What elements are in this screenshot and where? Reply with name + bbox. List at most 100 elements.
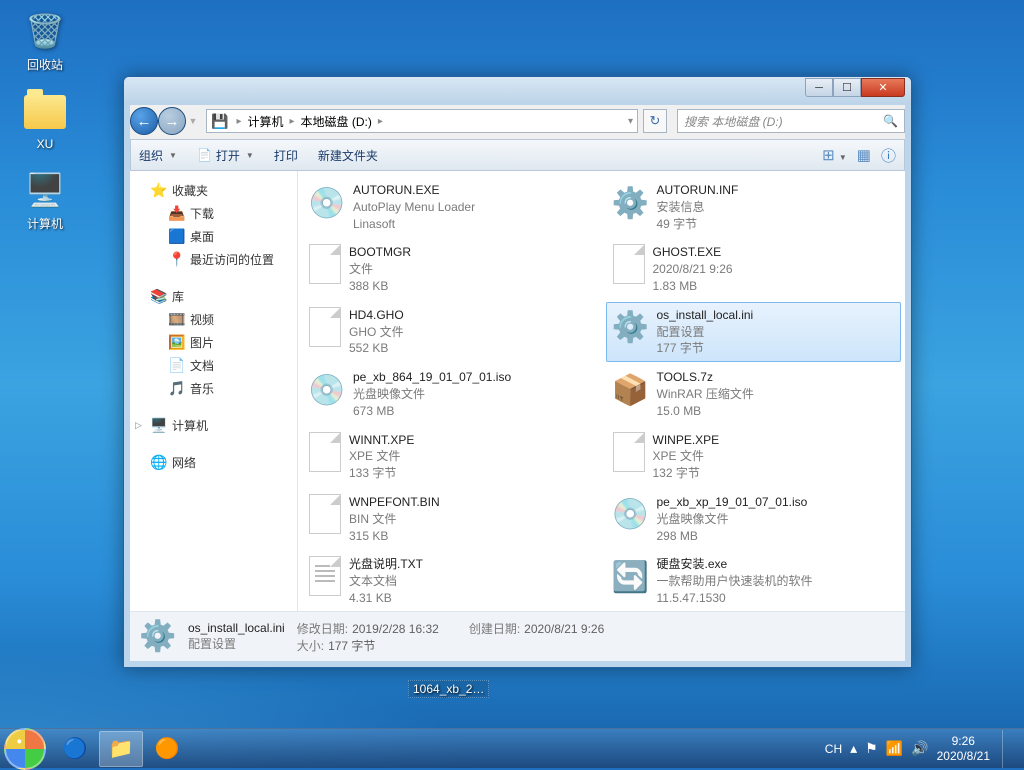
sidebar-network[interactable]: 🌐网络 bbox=[130, 451, 297, 474]
recent-icon: 📍 bbox=[168, 251, 184, 268]
help-button[interactable]: ⓘ bbox=[881, 145, 896, 166]
sidebar-item-music[interactable]: 🎵音乐 bbox=[130, 377, 297, 400]
toolbar: 组织▼ 📄打开▼ 打印 新建文件夹 ⊞ ▼ ▦ ⓘ bbox=[130, 139, 905, 171]
breadcrumb-drive[interactable]: 本地磁盘 (D:) bbox=[297, 113, 376, 130]
sidebar-item-videos[interactable]: 🎞️视频 bbox=[130, 308, 297, 331]
breadcrumb[interactable]: 💾 ▸ 计算机 ▸ 本地磁盘 (D:) ▸ ▾ bbox=[206, 109, 638, 133]
desktop-file-label[interactable]: 1064_xb_2… bbox=[408, 680, 489, 698]
folder-icon bbox=[24, 91, 66, 133]
chevron-icon: ▸ bbox=[234, 116, 243, 127]
cd-icon: 💿 bbox=[613, 494, 649, 536]
titlebar[interactable]: ─ ☐ ✕ bbox=[124, 77, 911, 105]
preview-pane-button[interactable]: ▦ bbox=[857, 146, 871, 164]
recycle-bin[interactable]: 🗑️ 回收站 bbox=[10, 10, 80, 73]
file-pe-x64-iso[interactable]: 💿pe_xb_864_19_01_07_01.iso光盘映像文件673 MB bbox=[302, 364, 598, 424]
chevron-down-icon[interactable]: ▾ bbox=[628, 116, 633, 127]
open-button[interactable]: 📄打开▼ bbox=[197, 147, 254, 164]
history-dropdown[interactable]: ▼ bbox=[186, 116, 200, 126]
taskbar-media[interactable]: 🟠 bbox=[145, 731, 189, 767]
show-desktop-button[interactable] bbox=[1002, 730, 1014, 768]
sidebar-item-desktop[interactable]: 🟦桌面 bbox=[130, 225, 297, 248]
desktop-icon: 🟦 bbox=[168, 228, 184, 245]
breadcrumb-computer[interactable]: 计算机 bbox=[243, 113, 287, 130]
file-winpe-xpe[interactable]: WINPE.XPEXPE 文件132 字节 bbox=[606, 427, 902, 487]
chevron-icon: ▸ bbox=[287, 116, 296, 127]
taskbar: 🔵 📁 🟠 CH ▴ ⚑ 📶 🔊 9:26 2020/8/21 bbox=[0, 728, 1024, 768]
file-icon: ⚙️ bbox=[140, 617, 176, 657]
file-autorun-inf[interactable]: ⚙️AUTORUN.INF安装信息49 字节 bbox=[606, 177, 902, 237]
computer-icon: 🖥️ bbox=[150, 417, 166, 434]
view-button[interactable]: ⊞ ▼ bbox=[822, 146, 847, 164]
sidebar: ⭐收藏夹 📥下载🟦桌面📍最近访问的位置 📚库 🎞️视频🖼️图片📄文档🎵音乐 ▷🖥… bbox=[130, 171, 298, 611]
sidebar-item-documents[interactable]: 📄文档 bbox=[130, 354, 297, 377]
details-filename: os_install_local.ini bbox=[188, 621, 285, 635]
taskbar-ie[interactable]: 🔵 bbox=[53, 731, 97, 767]
chevron-icon: ▸ bbox=[376, 116, 385, 127]
file-readme-txt[interactable]: 光盘说明.TXT文本文档4.31 KB bbox=[302, 551, 598, 611]
file-icon bbox=[613, 432, 645, 472]
tray-expand-icon[interactable]: ▴ bbox=[850, 740, 857, 757]
close-button[interactable]: ✕ bbox=[861, 78, 905, 97]
sidebar-item-recent[interactable]: 📍最近访问的位置 bbox=[130, 248, 297, 271]
file-icon bbox=[309, 432, 341, 472]
pictures-icon: 🖼️ bbox=[168, 334, 184, 351]
file-pe-xp-iso[interactable]: 💿pe_xb_xp_19_01_07_01.iso光盘映像文件298 MB bbox=[606, 489, 902, 549]
file-icon bbox=[613, 244, 645, 284]
cd-icon: 💿 bbox=[309, 369, 345, 411]
folder-xu[interactable]: XU bbox=[10, 91, 80, 151]
documents-icon: 📄 bbox=[168, 357, 184, 374]
downloads-icon: 📥 bbox=[168, 205, 184, 222]
tray-language[interactable]: CH bbox=[825, 742, 842, 756]
file-icon bbox=[309, 494, 341, 534]
gear-icon: ⚙️ bbox=[613, 307, 649, 349]
sidebar-computer[interactable]: ▷🖥️计算机 bbox=[130, 414, 297, 437]
new-folder-button[interactable]: 新建文件夹 bbox=[318, 147, 378, 164]
file-bootmgr[interactable]: BOOTMGR文件388 KB bbox=[302, 239, 598, 299]
desktop-icons: 🗑️ 回收站 XU 🖥️ 计算机 bbox=[10, 10, 80, 232]
file-ghost-exe[interactable]: GHOST.EXE2020/8/21 9:261.83 MB bbox=[606, 239, 902, 299]
organize-button[interactable]: 组织▼ bbox=[139, 147, 177, 164]
app-icon: 🔄 bbox=[613, 556, 649, 598]
explorer-window: ─ ☐ ✕ ← → ▼ 💾 ▸ 计算机 ▸ 本地磁盘 (D:) ▸ ▾ ↻ 搜索… bbox=[123, 76, 912, 668]
refresh-button[interactable]: ↻ bbox=[643, 109, 667, 133]
tray-volume-icon[interactable]: 🔊 bbox=[911, 740, 928, 757]
computer[interactable]: 🖥️ 计算机 bbox=[10, 169, 80, 232]
file-os-install-ini[interactable]: ⚙️os_install_local.ini配置设置177 字节 bbox=[606, 302, 902, 362]
details-filetype: 配置设置 bbox=[188, 635, 285, 652]
system-tray: CH ▴ ⚑ 📶 🔊 9:26 2020/8/21 bbox=[825, 730, 1020, 768]
forward-button[interactable]: → bbox=[158, 107, 186, 135]
search-icon: 🔍 bbox=[883, 114, 898, 128]
text-icon bbox=[309, 556, 341, 596]
tray-network-icon[interactable]: 📶 bbox=[886, 740, 903, 757]
details-created: 2020/8/21 9:26 bbox=[524, 622, 604, 636]
file-tools-7z[interactable]: 📦TOOLS.7zWinRAR 压缩文件15.0 MB bbox=[606, 364, 902, 424]
file-install-exe[interactable]: 🔄硬盘安装.exe一款帮助用户快速装机的软件11.5.47.1530 bbox=[606, 551, 902, 611]
cd-icon: 💿 bbox=[309, 182, 345, 224]
tray-flag-icon[interactable]: ⚑ bbox=[865, 740, 878, 757]
minimize-button[interactable]: ─ bbox=[805, 78, 833, 97]
file-wnpefont[interactable]: WNPEFONT.BINBIN 文件315 KB bbox=[302, 489, 598, 549]
nav-bar: ← → ▼ 💾 ▸ 计算机 ▸ 本地磁盘 (D:) ▸ ▾ ↻ 搜索 本地磁盘 … bbox=[130, 105, 905, 137]
drive-icon: 💾 bbox=[211, 113, 228, 130]
details-pane: ⚙️ os_install_local.ini 配置设置 修改日期:2019/2… bbox=[130, 611, 905, 661]
file-autorun-exe[interactable]: 💿AUTORUN.EXEAutoPlay Menu LoaderLinasoft bbox=[302, 177, 598, 237]
archive-icon: 📦 bbox=[613, 369, 649, 411]
open-icon: 📄 bbox=[197, 148, 212, 162]
computer-icon: 🖥️ bbox=[24, 169, 66, 211]
print-button[interactable]: 打印 bbox=[274, 147, 298, 164]
sidebar-libraries[interactable]: 📚库 bbox=[130, 285, 297, 308]
start-button[interactable] bbox=[4, 728, 46, 770]
sidebar-item-pictures[interactable]: 🖼️图片 bbox=[130, 331, 297, 354]
search-input[interactable]: 搜索 本地磁盘 (D:) 🔍 bbox=[677, 109, 905, 133]
file-hd4-gho[interactable]: HD4.GHOGHO 文件552 KB bbox=[302, 302, 598, 362]
maximize-button[interactable]: ☐ bbox=[833, 78, 861, 97]
music-icon: 🎵 bbox=[168, 380, 184, 397]
network-icon: 🌐 bbox=[150, 454, 166, 471]
sidebar-item-downloads[interactable]: 📥下载 bbox=[130, 202, 297, 225]
sidebar-favorites[interactable]: ⭐收藏夹 bbox=[130, 179, 297, 202]
back-button[interactable]: ← bbox=[130, 107, 158, 135]
taskbar-explorer[interactable]: 📁 bbox=[99, 731, 143, 767]
file-winnt-xpe[interactable]: WINNT.XPEXPE 文件133 字节 bbox=[302, 427, 598, 487]
taskbar-clock[interactable]: 9:26 2020/8/21 bbox=[937, 734, 990, 763]
file-icon bbox=[309, 244, 341, 284]
